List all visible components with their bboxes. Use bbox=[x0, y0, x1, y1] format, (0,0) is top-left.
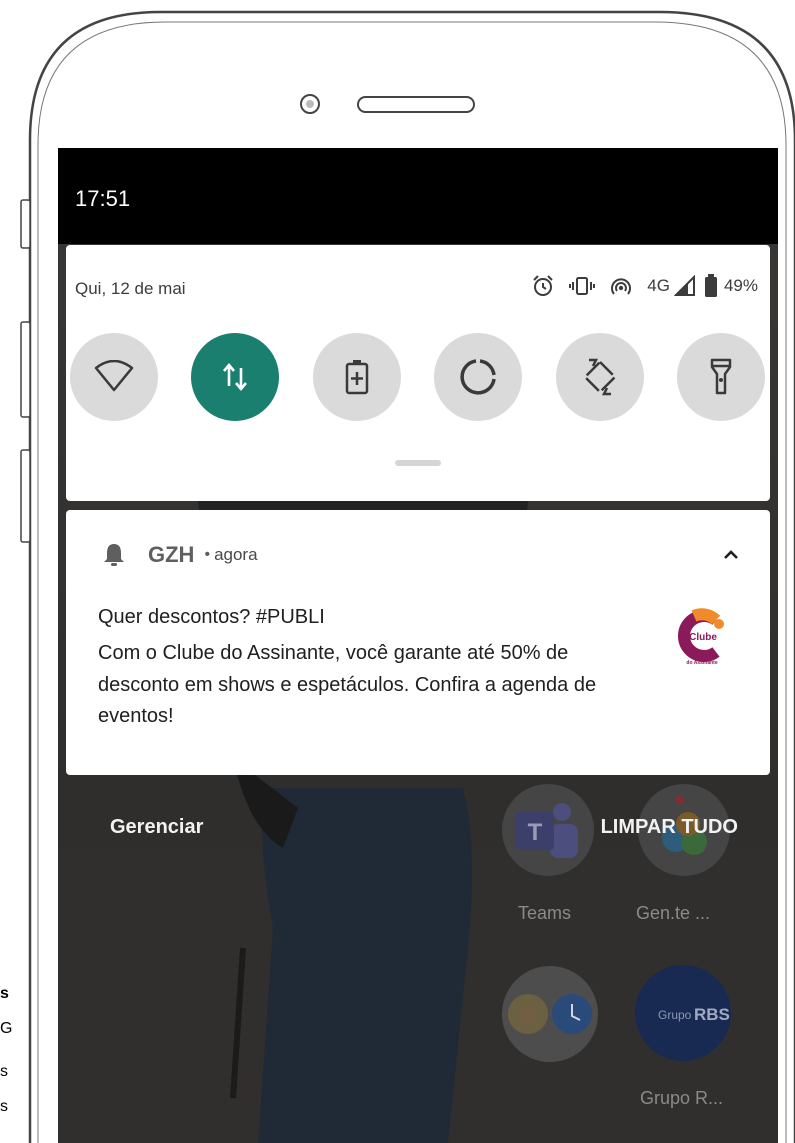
wifi-icon bbox=[94, 360, 134, 392]
battery-icon bbox=[704, 274, 717, 297]
bell-icon bbox=[104, 544, 124, 566]
rbs-logo-main: RBS bbox=[694, 1005, 730, 1024]
status-time: 17:51 bbox=[75, 186, 131, 211]
notification-header: GZH • agora bbox=[102, 540, 258, 570]
logo-subtext: do Assinante bbox=[686, 660, 717, 666]
manage-button[interactable]: Gerenciar bbox=[110, 816, 203, 839]
signal-icon bbox=[673, 275, 695, 296]
clube-assinante-logo: Clube do Assinante bbox=[678, 608, 724, 666]
auto-rotate-icon bbox=[583, 358, 617, 396]
qs-status-icons: 4G 49% bbox=[531, 273, 758, 299]
data-saver-icon bbox=[460, 359, 496, 395]
status-bar: 17:51 bbox=[58, 148, 778, 244]
notification-app-name: GZH bbox=[148, 542, 195, 567]
battery-saver-tile[interactable] bbox=[313, 333, 401, 421]
clear-all-button[interactable]: LIMPAR TUDO bbox=[601, 816, 738, 839]
notification-time: agora bbox=[214, 545, 258, 564]
phone-screen: T Teams Gen.te ... G Grupo RBS Grupo R..… bbox=[58, 148, 778, 1143]
alarm-icon bbox=[533, 275, 553, 296]
data-saver-tile[interactable] bbox=[434, 333, 522, 421]
mobile-data-icon bbox=[223, 362, 247, 392]
hotspot-icon bbox=[611, 278, 632, 295]
grupo-rbs-app-label[interactable]: Grupo R... bbox=[640, 1088, 723, 1109]
gente-app-label[interactable]: Gen.te ... bbox=[636, 903, 710, 924]
collapse-chevron-icon[interactable] bbox=[722, 548, 740, 562]
auto-rotate-tile[interactable] bbox=[556, 333, 644, 421]
notification-separator: • bbox=[204, 546, 211, 563]
teams-app-label[interactable]: Teams bbox=[518, 903, 571, 924]
battery-saver-icon bbox=[345, 360, 369, 395]
logo-text: Clube bbox=[689, 632, 717, 643]
notification-body: Com o Clube do Assinante, você garante a… bbox=[98, 642, 597, 727]
qs-date[interactable]: Qui, 12 de mai bbox=[75, 279, 186, 299]
quick-settings-panel: Qui, 12 de mai 4G 49% bbox=[66, 245, 770, 501]
flashlight-icon bbox=[710, 358, 732, 395]
flashlight-tile[interactable] bbox=[677, 333, 765, 421]
shade-actions: Gerenciar LIMPAR TUDO bbox=[58, 808, 778, 848]
rbs-logo-prefix: Grupo bbox=[658, 1008, 692, 1022]
expand-handle[interactable] bbox=[395, 460, 441, 466]
side-fragment-3: s bbox=[0, 1063, 8, 1080]
side-fragment-2: G bbox=[0, 1020, 13, 1037]
side-fragment-1: s bbox=[0, 985, 9, 1002]
mobile-data-tile[interactable] bbox=[191, 333, 279, 421]
notification-card[interactable]: GZH • agora Quer descontos? #PUBLI Com o… bbox=[66, 510, 770, 775]
notification-title: Quer descontos? #PUBLI bbox=[98, 606, 325, 628]
google-apps-folder-icon[interactable]: G bbox=[500, 964, 600, 1064]
google-logo-letter: G bbox=[519, 1002, 536, 1027]
grupo-rbs-app-icon[interactable]: Grupo RBS bbox=[634, 964, 732, 1062]
vibrate-icon bbox=[569, 277, 596, 295]
side-fragment-4: s bbox=[0, 1098, 8, 1115]
battery-percent: 49% bbox=[723, 276, 758, 295]
network-type-label: 4G bbox=[647, 276, 670, 295]
quick-settings-tiles bbox=[70, 333, 770, 423]
wifi-tile[interactable] bbox=[70, 333, 158, 421]
